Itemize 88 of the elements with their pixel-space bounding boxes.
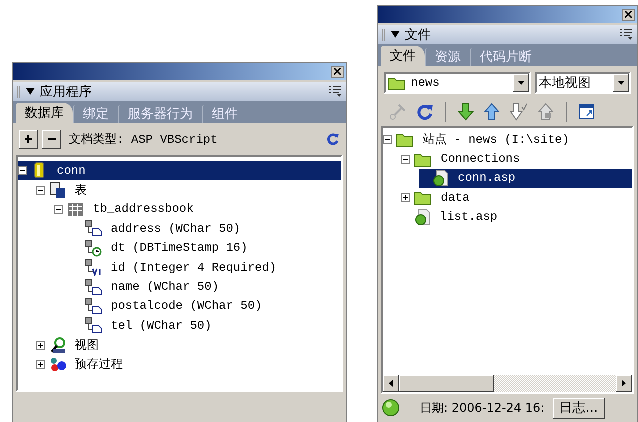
tree-item-label: postalcode (WChar 50): [111, 299, 262, 314]
scroll-left-button[interactable]: [383, 375, 399, 392]
tree-row[interactable]: postalcode (WChar 50): [72, 296, 341, 316]
tree-item-label: 视图: [75, 338, 99, 354]
options-menu-icon[interactable]: [329, 86, 342, 97]
tab[interactable]: 数据库: [16, 103, 73, 123]
plus-icon: [24, 134, 34, 144]
tree-row[interactable]: 站点 - news (I:\site): [383, 130, 632, 150]
log-button[interactable]: 日志...: [552, 398, 606, 418]
site-dropdown[interactable]: news: [384, 72, 531, 94]
tree-item-label: dt (DBTimeStamp 16): [111, 241, 248, 256]
tree-item-label: data: [441, 190, 470, 205]
tree-row[interactable]: tel (WChar 50): [72, 316, 341, 336]
up-arrow-icon[interactable]: [483, 102, 501, 122]
panel-title: 应用程序: [40, 84, 93, 100]
expand-toggle-icon[interactable]: [401, 193, 410, 202]
refresh-icon[interactable]: [326, 132, 340, 146]
expand-panel-icon[interactable]: [578, 103, 596, 121]
collapse-toggle-icon[interactable]: [383, 135, 392, 144]
tab[interactable]: 文件: [381, 46, 425, 66]
table-grid-icon: [67, 200, 85, 218]
check-arrow-icon[interactable]: [509, 102, 529, 122]
panel-title: 文件: [405, 26, 432, 44]
status-date-text: 日期: 2006-12-24 16:: [420, 400, 545, 416]
tree-item-label: tel (WChar 50): [111, 318, 212, 333]
dropdown-arrow-icon: [618, 81, 624, 85]
collapse-toggle-icon[interactable]: [401, 154, 410, 164]
collapse-toggle-icon[interactable]: [18, 166, 27, 176]
tree-row[interactable]: data: [401, 188, 632, 208]
tree-row[interactable]: id (Integer 4 Required): [72, 258, 341, 278]
dropdown-arrow-icon: [518, 81, 524, 85]
tree-item-label: 表: [75, 182, 87, 199]
tree-item-label: name (WChar 50): [111, 280, 220, 294]
tree-row[interactable]: Connections: [401, 149, 632, 169]
close-button[interactable]: [622, 8, 635, 20]
status-globe-icon: [382, 399, 400, 417]
field-clock-icon: [85, 240, 103, 257]
field-document-icon: [85, 220, 103, 238]
table-stack-icon: [49, 182, 67, 199]
tree-item-label: Connections: [441, 152, 520, 166]
left-arrow-icon: [389, 380, 393, 387]
close-button[interactable]: [331, 66, 344, 78]
refresh-icon[interactable]: [416, 103, 434, 121]
tree-item-label: conn.asp: [458, 171, 516, 186]
remove-button[interactable]: [42, 130, 61, 148]
magnifier-icon: [49, 336, 67, 354]
view-dropdown[interactable]: 本地视图: [535, 72, 631, 94]
selected-tree-row[interactable]: conn: [18, 161, 341, 180]
add-button[interactable]: [19, 130, 38, 148]
field-document-icon: [85, 278, 103, 296]
collapse-triangle-icon[interactable]: [391, 31, 400, 38]
tree-item-label: address (WChar 50): [111, 222, 241, 236]
tree-row[interactable]: name (WChar 50): [72, 277, 341, 297]
options-menu-icon[interactable]: [620, 29, 633, 40]
asp-file-icon: [432, 170, 450, 187]
grip-icon[interactable]: [17, 86, 21, 98]
down-arrow-icon[interactable]: [457, 102, 475, 122]
tree-row[interactable]: 表: [36, 180, 341, 200]
tree-item-label: 预存过程: [75, 357, 123, 374]
right-arrow-icon: [622, 380, 626, 387]
tree-item-label: list.asp: [440, 210, 498, 224]
field-document-icon: [85, 317, 103, 334]
tree-row[interactable]: address (WChar 50): [72, 219, 341, 239]
tree-item-label: id (Integer 4 Required): [111, 260, 277, 275]
scrollbar-thumb[interactable]: [399, 375, 494, 392]
collapse-toggle-icon[interactable]: [36, 186, 45, 195]
folder-icon: [388, 76, 407, 90]
field-document-icon: [85, 298, 103, 315]
grip-icon[interactable]: [382, 28, 386, 40]
lock-arrow-icon[interactable]: [537, 102, 555, 122]
document-type-label: 文档类型: ASP VBScript: [69, 132, 219, 148]
selected-tree-row[interactable]: conn.asp: [419, 168, 632, 188]
tree-row[interactable]: 预存过程: [36, 354, 341, 374]
tree-row[interactable]: list.asp: [401, 208, 632, 227]
collapse-toggle-icon[interactable]: [54, 204, 63, 214]
tree-row[interactable]: tb_addressbook: [54, 200, 341, 220]
tree-item-label: 站点 - news (I:\site): [423, 132, 570, 148]
tree-item-label: tb_addressbook: [93, 202, 194, 216]
tree-row[interactable]: dt (DBTimeStamp 16): [72, 238, 341, 258]
scroll-right-button[interactable]: [616, 375, 632, 392]
expand-toggle-icon[interactable]: [36, 340, 45, 350]
collapse-triangle-icon[interactable]: [26, 88, 35, 95]
tree-row[interactable]: 视图: [36, 336, 341, 355]
field-number-icon: [85, 259, 103, 276]
asp-file-icon: [414, 208, 432, 226]
tree-item-label: conn: [57, 164, 86, 178]
horizontal-scrollbar[interactable]: [383, 375, 632, 392]
expand-toggle-icon[interactable]: [36, 360, 45, 370]
